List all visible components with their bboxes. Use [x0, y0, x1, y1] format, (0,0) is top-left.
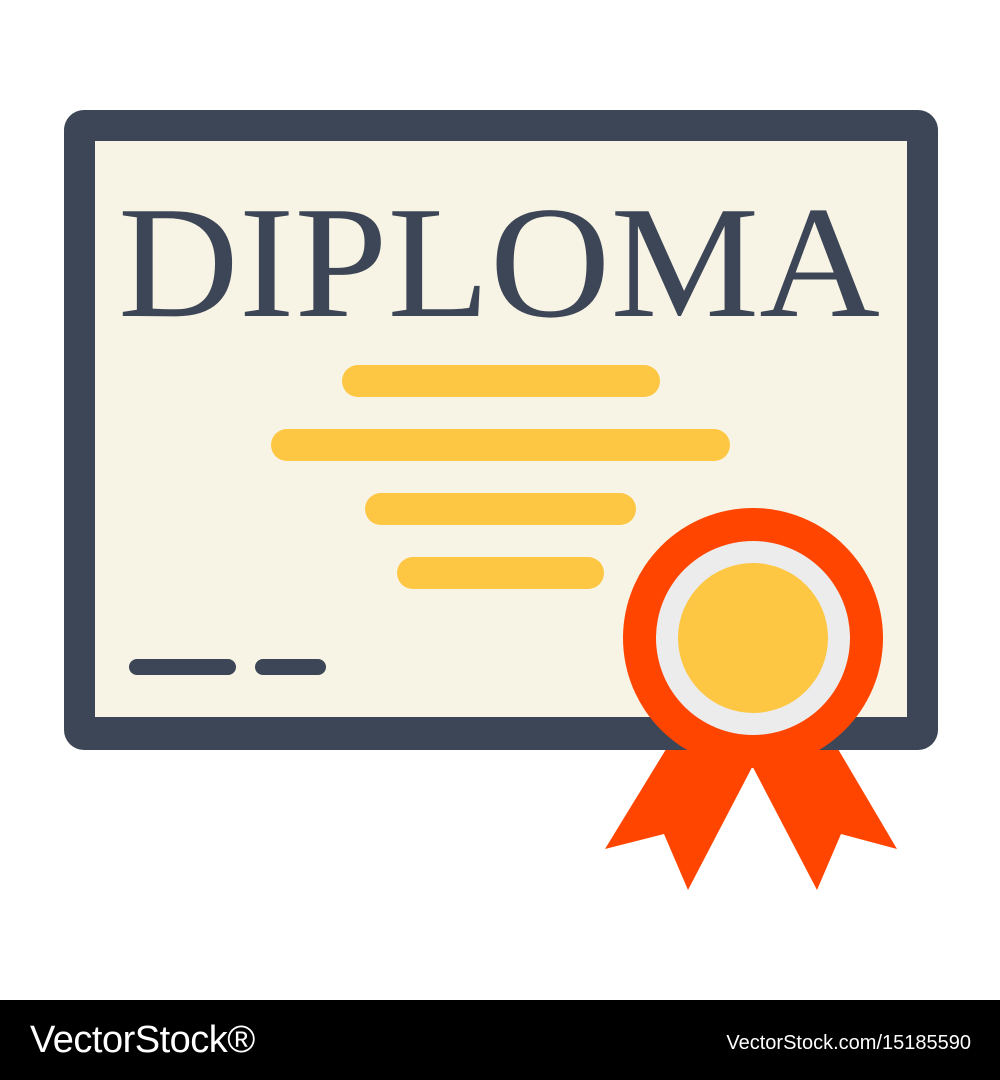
diploma-title: DIPLOMA [118, 173, 880, 351]
rosette-center [678, 563, 828, 713]
diploma-illustration: DIPLOMA [64, 110, 938, 890]
vectorstock-logo: VectorStock® [30, 1019, 255, 1061]
watermark-bar: VectorStock® VectorStock.com/15185590 [0, 1000, 1000, 1080]
award-rosette-icon [623, 508, 883, 768]
image-id-text: VectorStock.com/15185590 [726, 1032, 971, 1054]
